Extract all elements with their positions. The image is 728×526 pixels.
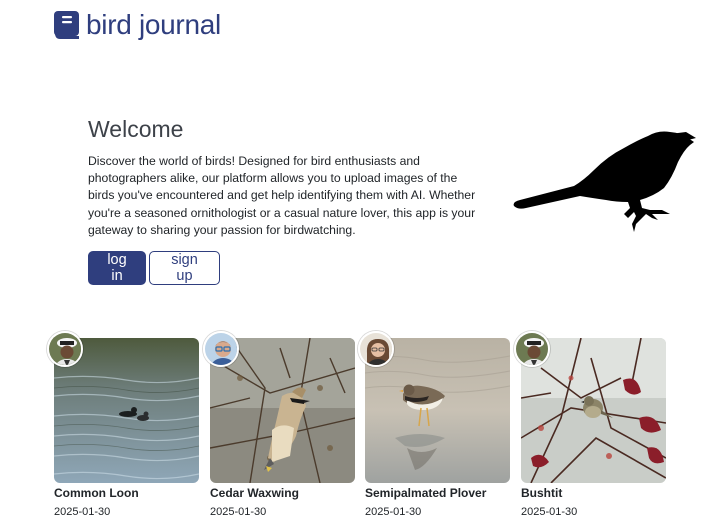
bird-name[interactable]: Common Loon — [54, 486, 199, 500]
bird-post-card[interactable]: Cedar Waxwing 2025-01-30 — [203, 331, 355, 518]
bird-name[interactable]: Bushtit — [521, 486, 666, 500]
brand-logo-link[interactable]: bird journal — [54, 9, 221, 41]
login-button[interactable]: log in — [88, 251, 146, 286]
post-date: 2025-01-30 — [210, 506, 267, 518]
post-date: 2025-01-30 — [521, 506, 578, 518]
welcome-section: Welcome Discover the world of birds! Des… — [88, 116, 488, 286]
journal-book-icon — [54, 10, 79, 39]
bird-name[interactable]: Semipalmated Plover — [365, 486, 510, 500]
bird-post-card[interactable]: Semipalmated Plover 2025-01-30 — [358, 331, 510, 518]
welcome-heading: Welcome — [88, 116, 184, 142]
bird-silhouette-illustration — [513, 131, 696, 232]
user-avatar[interactable] — [203, 331, 239, 367]
post-date: 2025-01-30 — [54, 506, 111, 518]
user-avatar[interactable] — [514, 331, 550, 367]
auth-actions: log in sign up — [88, 251, 488, 286]
user-avatar[interactable] — [47, 331, 83, 367]
bird-post-card[interactable]: Bushtit 2025-01-30 — [514, 331, 666, 518]
app-title: bird journal — [86, 9, 221, 40]
signup-button[interactable]: sign up — [149, 251, 220, 286]
welcome-description: Discover the world of birds! Designed fo… — [88, 154, 476, 237]
bird-name[interactable]: Cedar Waxwing — [210, 486, 355, 500]
bird-post-card[interactable]: Common Loon 2025-01-30 — [47, 331, 199, 518]
user-avatar[interactable] — [358, 331, 394, 367]
post-date: 2025-01-30 — [365, 506, 422, 518]
